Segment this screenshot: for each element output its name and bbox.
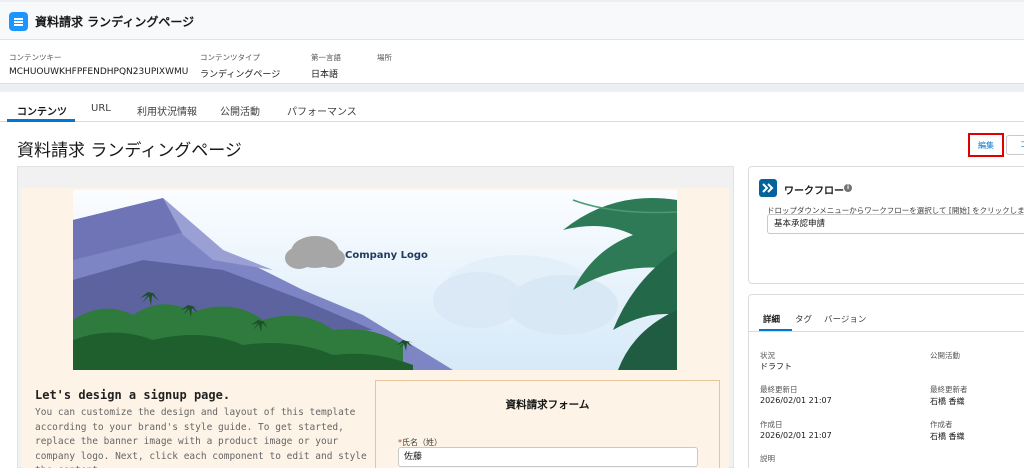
company-logo-text: Company Logo: [345, 250, 428, 261]
record-header: 資料請求 ランディングページ コンテンツキー MCHUOUWKHFPFENDHP…: [0, 2, 1024, 84]
meta-primary-language: 第一言語 日本語: [311, 53, 341, 80]
secondary-action-button[interactable]: コ: [1006, 135, 1024, 155]
tab-details[interactable]: 詳細: [763, 313, 780, 325]
tab-versions[interactable]: バージョン: [824, 313, 866, 325]
record-header-title-bar: 資料請求 ランディングページ: [0, 2, 1024, 40]
publish-activity-label: 公開活動: [930, 351, 960, 360]
last-modified-by-label: 最終更新者: [930, 385, 968, 394]
status-value: ドラフト: [760, 362, 792, 371]
workflow-icon: [759, 179, 777, 197]
workflow-title: ワークフロー: [784, 186, 844, 197]
last-name-input[interactable]: 佐藤: [398, 447, 698, 467]
tab-performance[interactable]: パフォーマンス: [287, 103, 357, 118]
edit-button[interactable]: 編集: [968, 133, 1004, 157]
meta-content-type: コンテンツタイプ ランディングページ: [200, 53, 281, 80]
created-by-label: 作成者: [930, 420, 953, 429]
record-title: 資料請求 ランディングページ: [35, 15, 195, 29]
banner-illustration: [73, 190, 677, 370]
tab-content[interactable]: コンテンツ: [17, 103, 67, 118]
workflow-panel: ワークフロー i ドロップダウンメニューからワークフローを選択して [開始] を…: [748, 166, 1024, 284]
created-by-value: 石橋 香織: [930, 432, 965, 441]
status-label: 状況: [760, 351, 775, 360]
tab-usage-info[interactable]: 利用状況情報: [137, 103, 197, 118]
details-tab-divider: [749, 331, 1024, 332]
form-title: 資料請求フォーム: [505, 399, 590, 411]
banner-image[interactable]: [73, 190, 677, 370]
description-label: 説明: [760, 454, 775, 463]
info-icon[interactable]: i: [844, 184, 852, 192]
meta-content-key: コンテンツキー MCHUOUWKHFPFENDHPQN23UPIXWMU: [9, 53, 189, 77]
record-tabs: コンテンツ URL 利用状況情報 公開活動 パフォーマンス: [0, 100, 1024, 122]
document-icon: [9, 12, 28, 31]
last-modified-date-value: 2026/02/01 21:07: [760, 396, 832, 405]
signup-heading[interactable]: Let's design a signup page.: [35, 388, 230, 402]
workflow-select[interactable]: 基本承認申請: [767, 214, 1024, 234]
signup-body-text[interactable]: You can customize the design and layout …: [35, 406, 370, 468]
meta-location: 場所: [377, 53, 392, 62]
created-date-value: 2026/02/01 21:07: [760, 431, 832, 440]
tab-tags[interactable]: タグ: [795, 313, 812, 325]
created-date-label: 作成日: [760, 420, 783, 429]
last-modified-by-value: 石橋 香織: [930, 397, 965, 406]
tab-publish-activity[interactable]: 公開活動: [220, 103, 260, 118]
last-modified-date-label: 最終更新日: [760, 385, 798, 394]
active-tab-indicator: [7, 119, 75, 122]
details-panel: 詳細 タグ バージョン 状況 ドラフト 公開活動 最終更新日 2026/02/0…: [748, 294, 1024, 468]
tab-url[interactable]: URL: [91, 103, 111, 114]
last-name-label-text: 氏名（姓）: [402, 438, 442, 447]
page-title: 資料請求 ランディングページ: [17, 141, 242, 161]
request-form[interactable]: 資料請求フォーム *氏名（姓） 佐藤: [375, 380, 720, 468]
